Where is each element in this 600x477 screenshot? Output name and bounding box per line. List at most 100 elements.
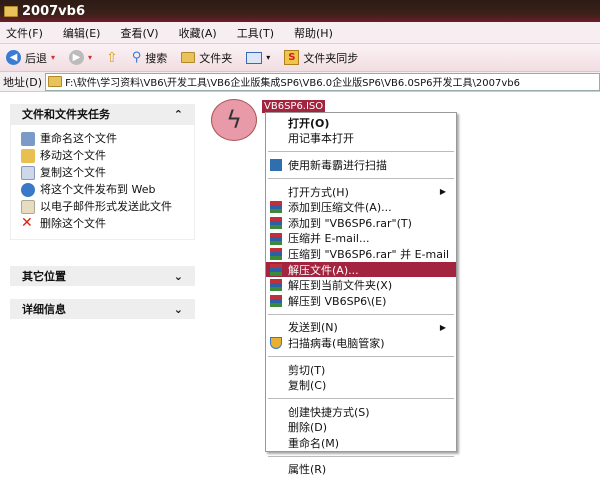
menu-label: 解压到当前文件夹(X) [288,279,393,293]
menu-item-cut[interactable]: 剪切(T) [266,362,456,378]
forward-button[interactable]: ▶ ▾ [69,50,92,65]
menu-file[interactable]: 文件(F) [6,25,43,41]
panel-title: 详细信息 [22,303,66,316]
menu-item-open-with[interactable]: 打开方式(H) ▶ [266,184,456,200]
menu-item-extract-here[interactable]: 解压到当前文件夹(X) [266,277,456,293]
task-label: 重命名这个文件 [40,132,117,145]
search-icon: ⚲ [131,50,142,65]
menu-item-properties[interactable]: 属性(R) [266,462,456,477]
menu-item-compress-rar-email[interactable]: 压缩到 "VB6SP6.rar" 并 E-mail [266,246,456,262]
winrar-icon [270,279,282,292]
menu-item-add-archive[interactable]: 添加到压缩文件(A)... [266,199,456,215]
menu-item-extract-files[interactable]: 解压文件(A)... [266,261,456,278]
menu-item-copy[interactable]: 复制(C) [266,377,456,393]
expand-icon[interactable]: ⌄ [174,270,183,283]
menu-label: 发送到(N) [288,321,338,335]
chevron-down-icon[interactable]: ▾ [88,53,92,62]
folder-icon [181,52,196,63]
menu-label: 打开方式(H) [288,185,349,199]
details-header[interactable]: 详细信息 ⌄ [10,299,195,319]
details-panel: 详细信息 ⌄ [10,299,195,319]
menu-item-open[interactable]: 打开(O) [266,115,456,131]
menu-label: 压缩并 E-mail... [288,232,370,246]
forward-arrow-icon: ▶ [69,50,85,65]
folder-icon [4,5,18,17]
delete-x-icon: ✕ [21,215,33,231]
email-icon [21,200,35,214]
task-move[interactable]: 移动这个文件 [21,148,194,163]
winrar-icon [270,263,282,276]
back-arrow-icon: ◀ [6,50,21,65]
task-label: 复制这个文件 [40,166,106,179]
sync-icon: S [284,50,300,65]
collapse-icon[interactable]: ⌃ [174,108,183,121]
file-tasks-header[interactable]: 文件和文件夹任务 ⌃ [10,104,195,124]
task-delete[interactable]: ✕ 删除这个文件 [21,216,194,231]
folders-button[interactable]: 文件夹 [181,50,232,66]
panel-title: 文件和文件夹任务 [22,108,110,121]
up-button[interactable]: ⇧ [106,50,118,66]
task-label: 以电子邮件形式发送此文件 [40,200,172,213]
menu-edit[interactable]: 编辑(E) [63,25,101,41]
menu-item-open-notepad[interactable]: 用记事本打开 [266,131,456,147]
menu-label: 压缩到 "VB6SP6.rar" 并 E-mail [288,247,450,261]
address-label: 地址(D) [3,75,43,89]
menu-item-extract-to-folder[interactable]: 解压到 VB6SP6\(E) [266,293,456,309]
winrar-icon [270,216,282,229]
globe-icon [21,183,35,197]
menu-view[interactable]: 查看(V) [120,25,158,41]
task-copy[interactable]: 复制这个文件 [21,165,194,180]
move-icon [21,149,35,163]
menu-label: 解压到 VB6SP6\(E) [288,294,387,308]
winrar-icon [270,232,282,245]
submenu-arrow-icon: ▶ [439,187,446,197]
menu-label: 解压文件(A)... [288,263,359,277]
menu-separator [268,455,454,457]
folder-icon [48,76,63,87]
chevron-down-icon[interactable]: ▾ [51,53,55,62]
context-menu: 打开(O) 用记事本打开 使用新毒霸进行扫描 打开方式(H) ▶ 添加到压缩文件(… [265,112,457,476]
address-path: F:\软件\学习资料\VB6\开发工具\VB6企业版集成SP6\VB6.0企业版… [65,78,520,89]
winrar-icon [270,294,282,307]
menu-item-virus-scan[interactable]: 扫描病毒(电脑管家) [266,335,456,351]
menu-item-rename[interactable]: 重命名(M) [266,435,456,451]
window-title: 2007vb6 [22,3,86,19]
shield-icon [270,337,282,350]
menu-separator [268,151,454,153]
sync-label: 文件夹同步 [303,51,359,65]
expand-icon[interactable]: ⌄ [174,303,183,316]
menu-item-delete[interactable]: 删除(D) [266,420,456,436]
task-email[interactable]: 以电子邮件形式发送此文件 [21,199,194,214]
views-button[interactable]: ▾ [246,51,271,64]
menu-separator [268,177,454,179]
folder-sync-button[interactable]: S 文件夹同步 [284,50,358,66]
other-places-panel: 其它位置 ⌄ [10,266,195,286]
menu-item-compress-email[interactable]: 压缩并 E-mail... [266,231,456,247]
task-rename[interactable]: 重命名这个文件 [21,131,194,146]
menu-label: 使用新毒霸进行扫描 [288,158,387,172]
panel-title: 其它位置 [22,270,66,283]
winrar-icon [270,201,282,214]
toolbar: ◀ 后退 ▾ ▶ ▾ ⇧ ⚲ 搜索 文件夹 ▾ S 文件夹同步 [0,44,600,72]
search-button[interactable]: ⚲ 搜索 [132,50,168,66]
menu-tools[interactable]: 工具(T) [237,25,274,41]
task-publish-web[interactable]: 将这个文件发布到 Web [21,182,194,197]
folders-label: 文件夹 [199,51,233,65]
menu-label: 添加到 "VB6SP6.rar"(T) [288,216,412,230]
task-label: 移动这个文件 [40,149,106,162]
other-places-header[interactable]: 其它位置 ⌄ [10,266,195,286]
views-icon [246,51,263,64]
chevron-down-icon: ▾ [266,53,271,62]
menu-label: 扫描病毒(电脑管家) [288,336,385,350]
menu-help[interactable]: 帮助(H) [294,25,333,41]
address-input[interactable]: F:\软件\学习资料\VB6\开发工具\VB6企业版集成SP6\VB6.0企业版… [45,72,600,91]
menu-favorites[interactable]: 收藏(A) [179,25,217,41]
iso-file-icon[interactable]: ϟ [211,99,257,141]
task-label: 删除这个文件 [40,217,106,230]
menu-item-create-shortcut[interactable]: 创建快捷方式(S) [266,404,456,420]
menu-item-send-to[interactable]: 发送到(N) ▶ [266,320,456,336]
back-button[interactable]: ◀ 后退 ▾ [6,50,55,66]
menu-item-add-to-rar[interactable]: 添加到 "VB6SP6.rar"(T) [266,215,456,231]
menu-item-duba-scan[interactable]: 使用新毒霸进行扫描 [266,157,456,173]
menu-bar: 文件(F) 编辑(E) 查看(V) 收藏(A) 工具(T) 帮助(H) [0,22,600,44]
